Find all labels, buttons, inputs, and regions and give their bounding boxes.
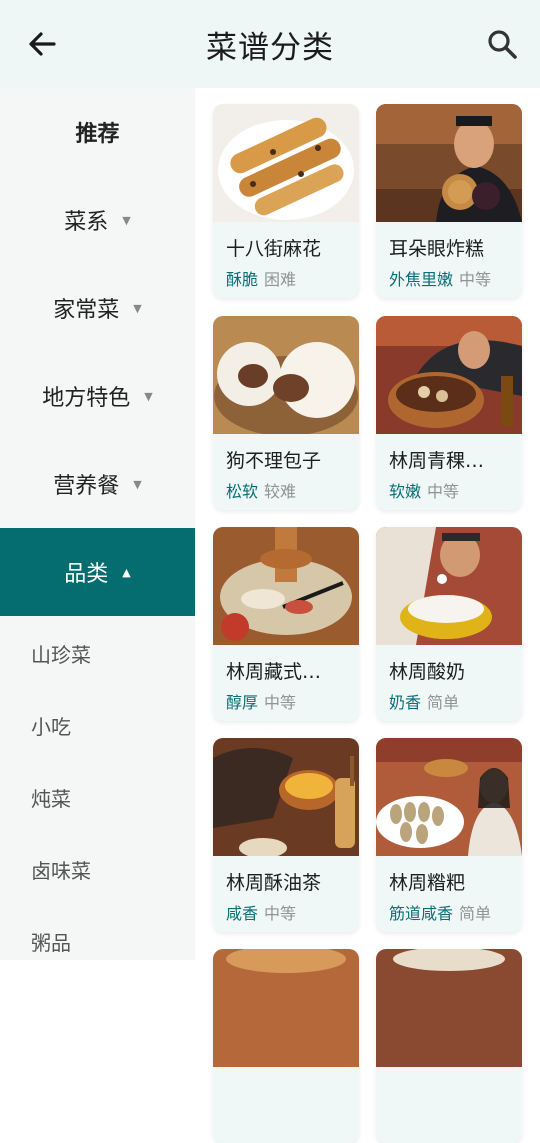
- recipe-name: 林周酥油茶: [226, 872, 322, 894]
- chevron-down-icon: ▼: [144, 389, 153, 403]
- recipe-name: 林周糌粑: [389, 872, 466, 894]
- sidebar-subitem[interactable]: 山珍菜: [31, 639, 91, 668]
- sidebar-item-label: 家常菜: [53, 298, 120, 323]
- recipe-flavor-tag: 软嫩: [389, 482, 422, 501]
- recipe-flavor-tag: 酥脆: [226, 270, 259, 289]
- recipe-photo: [213, 104, 359, 222]
- recipe-tags: 酥脆 困难: [226, 266, 296, 290]
- recipe-tags: 外焦里嫩 中等: [389, 266, 491, 290]
- recipe-photo: [376, 949, 522, 1067]
- recipe-photo: [213, 949, 359, 1067]
- sidebar-item-category[interactable]: 品类 ▲: [0, 528, 195, 616]
- recipe-difficulty: 中等: [264, 693, 297, 712]
- recipe-card[interactable]: 耳朵眼炸糕 外焦里嫩 中等: [376, 104, 522, 298]
- recipe-card[interactable]: 十八街麻花 酥脆 困难: [213, 104, 359, 298]
- recipe-flavor-tag: 松软: [226, 482, 259, 501]
- sidebar-subitem[interactable]: 卤味菜: [31, 855, 91, 884]
- sidebar-subitem[interactable]: 小吃: [31, 711, 71, 740]
- recipe-flavor-tag: 咸香: [226, 904, 259, 923]
- chevron-down-icon: ▼: [122, 213, 131, 227]
- recipe-difficulty: 简单: [427, 693, 460, 712]
- recipe-difficulty: 中等: [264, 904, 297, 923]
- recipe-card[interactable]: 狗不理包子 松软 较难: [213, 316, 359, 510]
- recipe-difficulty: 中等: [427, 482, 460, 501]
- sidebar-item-label: 营养餐: [53, 474, 120, 499]
- chevron-down-icon: ▼: [133, 301, 142, 315]
- category-sidebar: 推荐 菜系 ▼ 家常菜 ▼ 地方特色 ▼ 营养餐 ▼ 品类 ▲ 山珍菜 小吃 炖…: [0, 88, 195, 960]
- app-header: 菜谱分类: [0, 0, 540, 88]
- recipe-card[interactable]: [213, 949, 359, 1143]
- recipe-name: 狗不理包子: [226, 450, 322, 472]
- recipe-photo: [376, 316, 522, 434]
- recipe-card[interactable]: 林周青稞… 软嫩 中等: [376, 316, 522, 510]
- recipe-name: 林周酸奶: [389, 661, 466, 683]
- recipe-flavor-tag: 醇厚: [226, 693, 259, 712]
- chevron-down-icon: ▼: [133, 477, 142, 491]
- recipe-card[interactable]: 林周酸奶 奶香 简单: [376, 527, 522, 721]
- recipe-difficulty: 中等: [459, 270, 492, 289]
- recipe-tags: 咸香 中等: [226, 900, 296, 924]
- recipe-card[interactable]: 林周酥油茶 咸香 中等: [213, 738, 359, 932]
- recipe-difficulty: 困难: [264, 270, 297, 289]
- sidebar-item-label: 地方特色: [42, 386, 131, 411]
- recipe-tags: 奶香 简单: [389, 689, 459, 713]
- recipe-name: 十八街麻花: [226, 238, 322, 260]
- recipe-photo: [376, 738, 522, 856]
- sidebar-subitem[interactable]: 粥品: [31, 927, 71, 956]
- sidebar-item-label: 菜系: [64, 210, 109, 235]
- recipe-difficulty: 简单: [459, 904, 492, 923]
- recipe-photo: [376, 527, 522, 645]
- page-title: 菜谱分类: [206, 30, 334, 66]
- recipe-grid: 十八街麻花 酥脆 困难 耳朵眼炸糕 外焦里嫩 中等 狗不理包子 松软 较难 林周…: [195, 88, 540, 1143]
- recipe-tags: 软嫩 中等: [389, 478, 459, 502]
- chevron-up-icon: ▲: [122, 565, 131, 579]
- recipe-tags: 松软 较难: [226, 478, 296, 502]
- recipe-name: 耳朵眼炸糕: [389, 238, 485, 260]
- sidebar-item-label: 推荐: [75, 122, 120, 147]
- recipe-tags: 筋道咸香 简单: [389, 900, 491, 924]
- sidebar-item-nutrition[interactable]: 营养餐 ▼: [0, 440, 195, 528]
- recipe-card[interactable]: 林周藏式… 醇厚 中等: [213, 527, 359, 721]
- recipe-name: 林周藏式…: [226, 661, 322, 683]
- sidebar-item-local-specialty[interactable]: 地方特色 ▼: [0, 352, 195, 440]
- sidebar-item-home-cooking[interactable]: 家常菜 ▼: [0, 264, 195, 352]
- recipe-tags: 醇厚 中等: [226, 689, 296, 713]
- recipe-name: 林周青稞…: [389, 450, 485, 472]
- recipe-card[interactable]: 林周糌粑 筋道咸香 简单: [376, 738, 522, 932]
- recipe-photo: [213, 738, 359, 856]
- recipe-flavor-tag: 奶香: [389, 693, 422, 712]
- recipe-photo: [213, 527, 359, 645]
- recipe-photo: [213, 316, 359, 434]
- sidebar-item-recommend[interactable]: 推荐: [0, 88, 195, 176]
- recipe-card[interactable]: [376, 949, 522, 1143]
- recipe-difficulty: 较难: [264, 482, 297, 501]
- recipe-photo: [376, 104, 522, 222]
- search-icon[interactable]: [484, 26, 520, 62]
- sidebar-subitem[interactable]: 炖菜: [31, 783, 71, 812]
- sidebar-item-label: 品类: [64, 562, 109, 587]
- recipe-flavor-tag: 外焦里嫩: [389, 270, 454, 289]
- recipe-flavor-tag: 筋道咸香: [389, 904, 454, 923]
- sidebar-item-cuisine[interactable]: 菜系 ▼: [0, 176, 195, 264]
